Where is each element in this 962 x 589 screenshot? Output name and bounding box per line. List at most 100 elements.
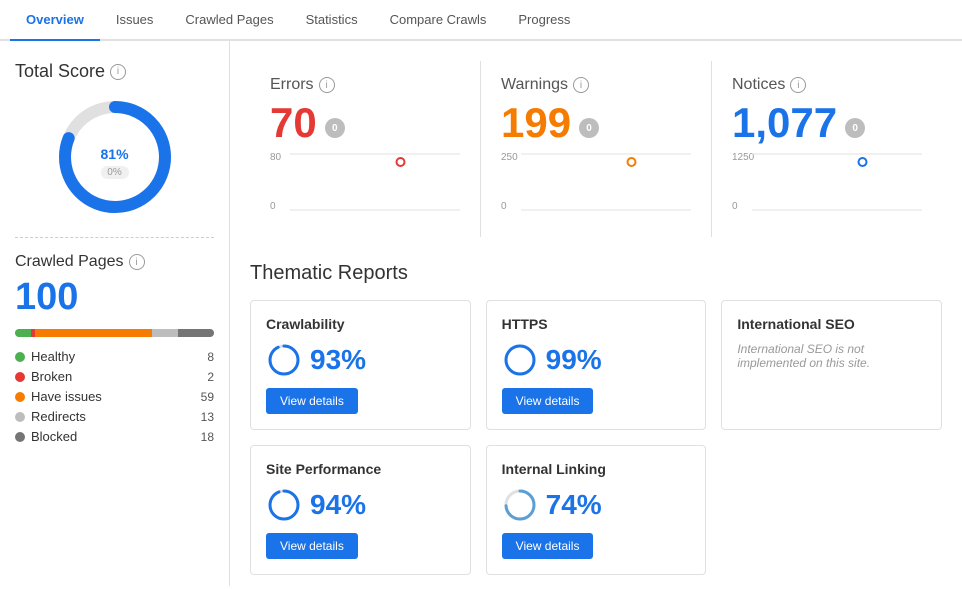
donut-chart: 81% 0% <box>55 97 175 217</box>
metric-box-warnings: Warnings i 199 0 250 0 <box>481 61 712 237</box>
metric-value: 70 0 <box>270 99 460 147</box>
spark-max-label: 80 <box>270 152 281 163</box>
report-card-site-performance: Site Performance 94% View details <box>250 445 471 575</box>
legend-list: Healthy 8 Broken 2 Have issues 59 Redire… <box>15 349 214 444</box>
total-score-info-icon[interactable]: i <box>110 64 126 80</box>
metric-label-text: Notices <box>732 76 785 94</box>
spark-dot <box>397 158 405 166</box>
mini-donut-svg <box>502 487 538 523</box>
mini-donut <box>502 487 538 523</box>
total-score-label: Total Score <box>15 61 105 82</box>
metric-number: 70 <box>270 99 317 147</box>
legend-item: Broken 2 <box>15 369 214 384</box>
mini-donut <box>266 487 302 523</box>
metric-label: Errors i <box>270 76 460 94</box>
left-panel: Total Score i 81% 0% <box>0 41 230 586</box>
view-details-button[interactable]: View details <box>502 388 594 414</box>
report-percent: 94% <box>266 487 455 523</box>
report-title: International SEO <box>737 316 926 332</box>
mini-donut-svg <box>266 342 302 378</box>
main-layout: Total Score i 81% 0% <box>0 41 962 586</box>
donut-center: 81% 0% <box>100 135 128 179</box>
report-title: Internal Linking <box>502 461 691 477</box>
view-details-button[interactable]: View details <box>266 533 358 559</box>
crawled-pages-heading: Crawled Pages i <box>15 253 214 271</box>
report-percent: 74% <box>502 487 691 523</box>
metric-badge: 0 <box>325 118 345 138</box>
metric-box-notices: Notices i 1,077 0 1250 0 <box>712 61 942 237</box>
legend-count: 8 <box>207 350 214 364</box>
crawled-count: 100 <box>15 276 214 319</box>
crawled-bar <box>15 329 214 337</box>
spark-dot <box>859 158 867 166</box>
legend-label: Healthy <box>31 349 75 364</box>
total-score-heading: Total Score i <box>15 61 214 82</box>
spark-min-label: 0 <box>270 201 276 212</box>
metric-badge: 0 <box>845 118 865 138</box>
sparkline: 1250 0 <box>732 152 922 222</box>
report-percent-value: 74% <box>546 489 602 521</box>
report-title: HTTPS <box>502 316 691 332</box>
legend-label: Blocked <box>31 429 77 444</box>
legend-dot <box>15 412 25 422</box>
spark-dot <box>628 158 636 166</box>
report-percent-value: 94% <box>310 489 366 521</box>
spark-max-label: 250 <box>501 152 518 163</box>
metric-info-icon[interactable]: i <box>790 77 806 93</box>
legend-left: Healthy <box>15 349 75 364</box>
tab-issues[interactable]: Issues <box>100 0 170 41</box>
tab-overview[interactable]: Overview <box>10 0 100 41</box>
metric-number: 1,077 <box>732 99 837 147</box>
metric-value: 199 0 <box>501 99 691 147</box>
legend-dot <box>15 432 25 442</box>
crawled-pages-info-icon[interactable]: i <box>129 254 145 270</box>
tab-crawled-pages[interactable]: Crawled Pages <box>169 0 289 41</box>
crawled-pages-label: Crawled Pages <box>15 253 124 271</box>
mini-donut-svg <box>266 487 302 523</box>
legend-count: 2 <box>207 370 214 384</box>
legend-dot <box>15 352 25 362</box>
legend-dot <box>15 372 25 382</box>
legend-item: Redirects 13 <box>15 409 214 424</box>
metrics-row: Errors i 70 0 80 0 Warnings i 199 <box>250 61 942 237</box>
spark-min-label: 0 <box>501 201 507 212</box>
report-card-crawlability: Crawlability 93% View details <box>250 300 471 430</box>
right-panel: Errors i 70 0 80 0 Warnings i 199 <box>230 41 962 586</box>
legend-count: 18 <box>201 430 214 444</box>
report-card-internal-linking: Internal Linking 74% View details <box>486 445 707 575</box>
report-title: Site Performance <box>266 461 455 477</box>
legend-label: Redirects <box>31 409 86 424</box>
mini-donut <box>502 342 538 378</box>
legend-left: Have issues <box>15 389 102 404</box>
spark-max-label: 1250 <box>732 152 754 163</box>
metric-info-icon[interactable]: i <box>573 77 589 93</box>
report-percent-value: 99% <box>546 344 602 376</box>
legend-item: Blocked 18 <box>15 429 214 444</box>
tab-compare-crawls[interactable]: Compare Crawls <box>374 0 503 41</box>
view-details-button[interactable]: View details <box>502 533 594 559</box>
legend-left: Redirects <box>15 409 86 424</box>
legend-label: Have issues <box>31 389 102 404</box>
report-title: Crawlability <box>266 316 455 332</box>
metric-label-text: Errors <box>270 76 314 94</box>
panel-divider <box>15 237 214 238</box>
metric-label: Notices i <box>732 76 922 94</box>
spark-min-label: 0 <box>732 201 738 212</box>
legend-item: Have issues 59 <box>15 389 214 404</box>
tab-progress[interactable]: Progress <box>502 0 586 41</box>
metric-info-icon[interactable]: i <box>319 77 335 93</box>
legend-left: Blocked <box>15 429 77 444</box>
spark-svg <box>290 152 460 212</box>
tab-statistics[interactable]: Statistics <box>290 0 374 41</box>
legend-item: Healthy 8 <box>15 349 214 364</box>
report-card-https: HTTPS 99% View details <box>486 300 707 430</box>
spark-svg <box>752 152 922 212</box>
view-details-button[interactable]: View details <box>266 388 358 414</box>
report-note: International SEO is not implemented on … <box>737 342 926 370</box>
metric-box-errors: Errors i 70 0 80 0 <box>250 61 481 237</box>
tab-bar: Overview Issues Crawled Pages Statistics… <box>0 0 962 41</box>
sparkline: 80 0 <box>270 152 460 222</box>
mini-donut <box>266 342 302 378</box>
legend-left: Broken <box>15 369 72 384</box>
legend-count: 59 <box>201 390 214 404</box>
